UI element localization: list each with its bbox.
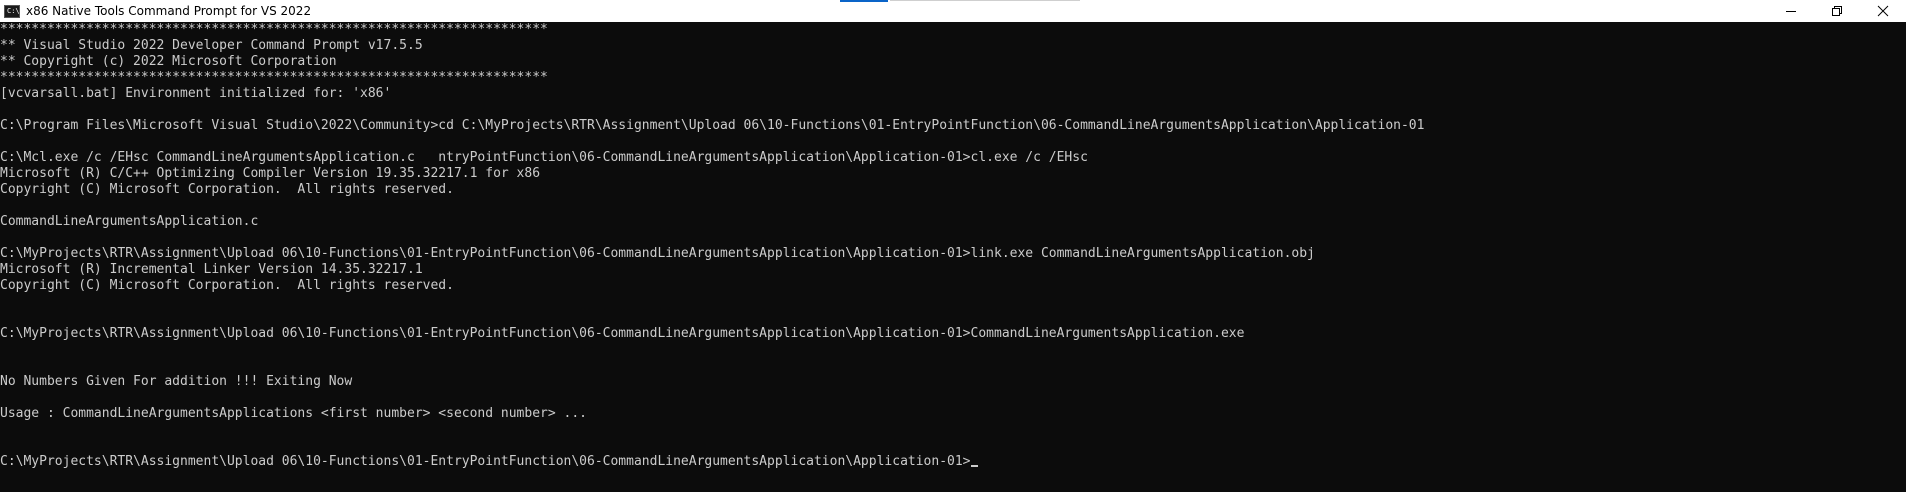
- text-cursor: [970, 465, 978, 467]
- console-line: C:\Mcl.exe /c /EHsc CommandLineArguments…: [0, 150, 1088, 165]
- console-line: ** Copyright (c) 2022 Microsoft Corporat…: [0, 54, 337, 69]
- minimize-icon: [1786, 11, 1796, 12]
- console-line: C:\MyProjects\RTR\Assignment\Upload 06\1…: [0, 326, 1245, 341]
- prompt-line[interactable]: C:\MyProjects\RTR\Assignment\Upload 06\1…: [0, 454, 978, 470]
- close-icon: [1877, 5, 1889, 17]
- restore-icon: [1832, 6, 1842, 16]
- console-line: C:\Program Files\Microsoft Visual Studio…: [0, 118, 1425, 133]
- console-line: Microsoft (R) Incremental Linker Version…: [0, 262, 423, 277]
- command-prompt-window: C:\ x86 Native Tools Command Prompt for …: [0, 0, 1906, 492]
- title-accent-line: [890, 0, 1080, 1]
- minimize-button[interactable]: [1768, 0, 1814, 22]
- title-accent-bar: [840, 0, 888, 2]
- current-prompt: C:\MyProjects\RTR\Assignment\Upload 06\1…: [0, 454, 971, 469]
- close-button[interactable]: [1860, 0, 1906, 22]
- console-output[interactable]: ****************************************…: [0, 22, 1906, 492]
- console-line: C:\MyProjects\RTR\Assignment\Upload 06\1…: [0, 246, 1315, 261]
- console-line: ** Visual Studio 2022 Developer Command …: [0, 38, 423, 53]
- console-line: Microsoft (R) C/C++ Optimizing Compiler …: [0, 166, 541, 181]
- console-line: No Numbers Given For addition !!! Exitin…: [0, 374, 353, 389]
- console-line: ****************************************…: [0, 70, 548, 85]
- console-app-icon-label: C:\: [7, 6, 20, 15]
- console-line: ****************************************…: [0, 22, 548, 37]
- console-line: Usage : CommandLineArgumentsApplications…: [0, 406, 587, 421]
- console-line: Copyright (C) Microsoft Corporation. All…: [0, 278, 454, 293]
- console-app-icon[interactable]: C:\: [4, 4, 20, 18]
- title-bar[interactable]: C:\ x86 Native Tools Command Prompt for …: [0, 0, 1906, 22]
- console-line: CommandLineArgumentsApplication.c: [0, 214, 259, 229]
- window-title: x86 Native Tools Command Prompt for VS 2…: [26, 4, 312, 18]
- console-line: Copyright (C) Microsoft Corporation. All…: [0, 182, 454, 197]
- window-controls: [1768, 0, 1906, 22]
- restore-button[interactable]: [1814, 0, 1860, 22]
- console-line: [vcvarsall.bat] Environment initialized …: [0, 86, 392, 101]
